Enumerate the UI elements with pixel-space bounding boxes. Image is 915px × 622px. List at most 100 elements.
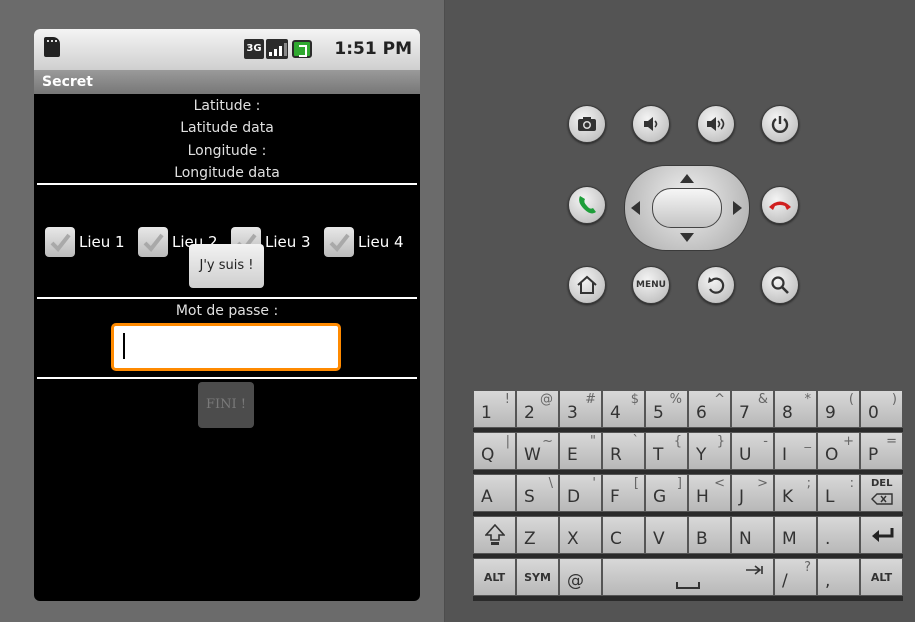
key-alt-label: ] xyxy=(676,476,682,491)
signal-strength-icon xyxy=(266,39,288,59)
key-w[interactable]: W ~ xyxy=(516,432,559,470)
key-t[interactable]: T{ xyxy=(645,432,688,470)
key-h[interactable]: H < xyxy=(688,474,731,512)
key-period[interactable]: . xyxy=(817,516,860,554)
slash-key[interactable]: /? xyxy=(774,558,817,596)
key-r[interactable]: R ` xyxy=(602,432,645,470)
key-4[interactable]: 4 $ xyxy=(602,390,645,428)
key-label: M xyxy=(782,529,797,549)
network-3g-icon: 3G xyxy=(244,39,264,59)
key-i[interactable]: I _ xyxy=(774,432,817,470)
key-g[interactable]: G] xyxy=(645,474,688,512)
divider xyxy=(37,377,417,379)
at-key[interactable]: @ xyxy=(559,558,602,596)
checkbox-icon[interactable] xyxy=(324,227,354,257)
enter-key-icon[interactable] xyxy=(860,516,903,554)
key-m[interactable]: M xyxy=(774,516,817,554)
key-del[interactable]: DEL xyxy=(860,474,903,512)
key-alt-label: < xyxy=(714,476,725,491)
volume-down-icon[interactable] xyxy=(632,105,670,143)
key-k[interactable]: K; xyxy=(774,474,817,512)
call-icon[interactable] xyxy=(568,186,606,224)
checkbox-icon[interactable] xyxy=(138,227,168,257)
key-label: 7 xyxy=(739,403,750,423)
key-e[interactable]: E " xyxy=(559,432,602,470)
alt-right-key[interactable]: ALT xyxy=(860,558,903,596)
key-label: R xyxy=(610,445,622,465)
key-u[interactable]: U- xyxy=(731,432,774,470)
key-9[interactable]: 9( xyxy=(817,390,860,428)
key-2[interactable]: 2 @ xyxy=(516,390,559,428)
space-key[interactable] xyxy=(602,558,774,596)
search-icon[interactable] xyxy=(761,266,799,304)
menu-icon[interactable]: MENU xyxy=(632,266,670,304)
key-j[interactable]: J > xyxy=(731,474,774,512)
key-s[interactable]: S \ xyxy=(516,474,559,512)
sym-key[interactable]: SYM xyxy=(516,558,559,596)
key-b[interactable]: B xyxy=(688,516,731,554)
key-8[interactable]: 8 * xyxy=(774,390,817,428)
key-v[interactable]: V xyxy=(645,516,688,554)
key-3[interactable]: 3 # xyxy=(559,390,602,428)
checkbox-lieu-4[interactable]: Lieu 4 xyxy=(324,226,404,258)
key-n[interactable]: N xyxy=(731,516,774,554)
key-label: 2 xyxy=(524,403,535,423)
key-alt-label: [ xyxy=(633,476,639,491)
dpad-center-button[interactable] xyxy=(652,188,722,228)
comma-key[interactable]: , xyxy=(817,558,860,596)
key-7[interactable]: 7 & xyxy=(731,390,774,428)
key-l[interactable]: L: xyxy=(817,474,860,512)
end-call-icon[interactable] xyxy=(761,186,799,224)
key-alt-label: ; xyxy=(806,476,811,491)
alt-key[interactable]: ALT xyxy=(473,558,516,596)
key-alt-label: > xyxy=(757,476,768,491)
key-6[interactable]: 6 ^ xyxy=(688,390,731,428)
key-alt-label: % xyxy=(669,392,682,407)
key-y[interactable]: Y} xyxy=(688,432,731,470)
key-alt-label: ( xyxy=(848,392,854,407)
key-1[interactable]: 1! xyxy=(473,390,516,428)
key-alt-label: _ xyxy=(804,434,812,449)
key-del-label: DEL xyxy=(871,478,893,489)
key-p[interactable]: P = xyxy=(860,432,903,470)
key-c[interactable]: C xyxy=(602,516,645,554)
key-alt-label: " xyxy=(590,434,596,449)
key-0[interactable]: 0) xyxy=(860,390,903,428)
key-z[interactable]: Z xyxy=(516,516,559,554)
menu-label: MENU xyxy=(636,280,666,290)
key-alt-label: ) xyxy=(891,392,897,407)
key-x[interactable]: X xyxy=(559,516,602,554)
password-input[interactable] xyxy=(111,323,341,371)
fini-button[interactable]: FINI ! xyxy=(198,382,254,428)
checkbox-icon[interactable] xyxy=(45,227,75,257)
key-q[interactable]: Q | xyxy=(473,432,516,470)
key-f[interactable]: F[ xyxy=(602,474,645,512)
key-label: 9 xyxy=(825,403,836,423)
key-alt-label: @ xyxy=(540,392,553,407)
camera-icon[interactable] xyxy=(568,105,606,143)
key-label: Q xyxy=(481,445,495,465)
home-icon[interactable] xyxy=(568,266,606,304)
app-title: Secret xyxy=(34,70,420,94)
volume-up-icon[interactable] xyxy=(697,105,735,143)
key-a[interactable]: A xyxy=(473,474,516,512)
key-alt-label: ' xyxy=(592,476,596,491)
sd-card-icon xyxy=(44,37,60,57)
key-label: E xyxy=(567,445,578,465)
key-label: 6 xyxy=(696,403,707,423)
power-icon[interactable] xyxy=(761,105,799,143)
jy-suis-button[interactable]: J'y suis ! xyxy=(189,244,264,288)
checkbox-lieu-1[interactable]: Lieu 1 xyxy=(45,226,125,258)
key-alt-label: ~ xyxy=(542,434,553,449)
back-icon[interactable] xyxy=(697,266,735,304)
key-o[interactable]: O + xyxy=(817,432,860,470)
key-label: F xyxy=(610,487,620,507)
key-5[interactable]: 5% xyxy=(645,390,688,428)
key-label: D xyxy=(567,487,581,507)
shift-key-icon[interactable] xyxy=(473,516,516,554)
key-alt-label: : xyxy=(849,476,854,491)
status-time: 1:51 PM xyxy=(334,39,412,59)
key-d[interactable]: D ' xyxy=(559,474,602,512)
key-label: U xyxy=(739,445,752,465)
key-label: J xyxy=(739,487,745,507)
